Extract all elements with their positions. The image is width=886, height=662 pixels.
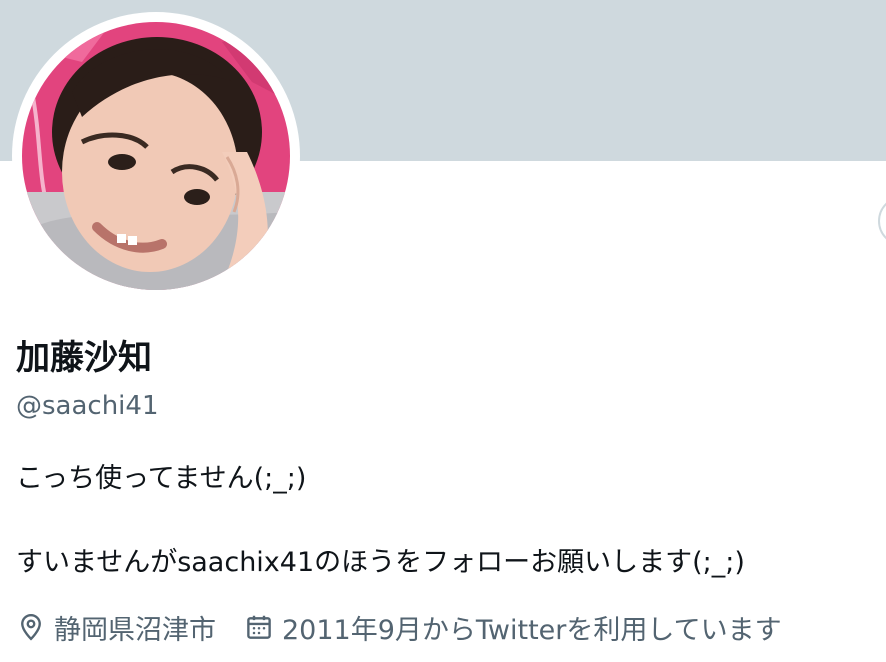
joined-text: 2011年9月からTwitterを利用しています: [282, 614, 782, 646]
avatar[interactable]: [22, 22, 290, 290]
joined-item: 2011年9月からTwitterを利用しています: [244, 608, 782, 647]
location-pin-icon: [16, 612, 46, 642]
profile-page: 加藤沙知 @saachi41 こっち使ってません(;_;) すいませんがsaac…: [0, 0, 886, 662]
location-text: 静岡県沼津市: [54, 614, 216, 646]
bio-line-2: すいませんがsaachix41のほうをフォローお願いします(;_;): [16, 547, 745, 578]
user-handle: @saachi41: [16, 391, 159, 421]
display-name: 加藤沙知: [16, 338, 152, 378]
calendar-icon: [244, 612, 274, 642]
profile-meta: 静岡県沼津市 2011年9月からTwitterを利用しています: [16, 607, 782, 647]
avatar-photo: [22, 22, 290, 290]
bio-line-1: こっち使ってません(;_;): [16, 463, 307, 494]
location-item: 静岡県沼津市: [16, 608, 216, 647]
profile-action-button[interactable]: [878, 196, 886, 246]
